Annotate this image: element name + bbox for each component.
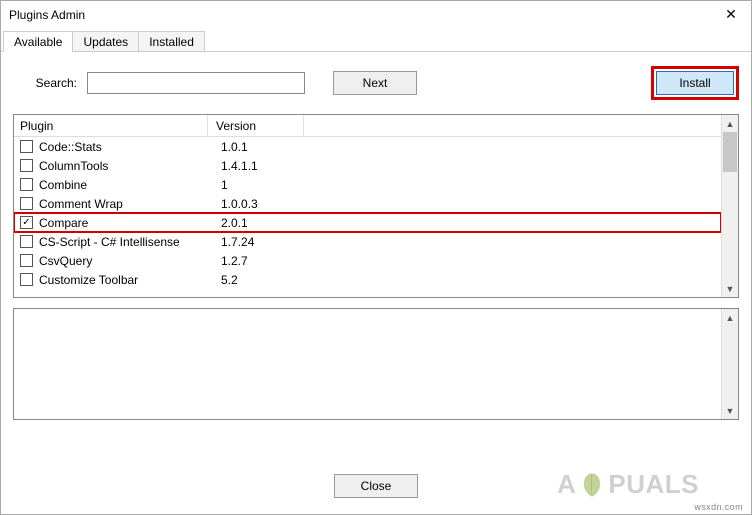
plugin-list-scrollbar[interactable]: ▲ ▼ (721, 115, 738, 297)
tab-updates[interactable]: Updates (72, 31, 139, 52)
next-button[interactable]: Next (333, 71, 417, 95)
search-row: Search: Next Install (13, 66, 739, 100)
plugin-version: 1.7.24 (213, 235, 254, 249)
install-button-highlight: Install (651, 66, 739, 100)
plugin-version: 2.0.1 (213, 216, 248, 230)
plugin-name: ColumnTools (39, 159, 213, 173)
description-text (14, 309, 721, 419)
plugin-name: Code::Stats (39, 140, 213, 154)
plugins-admin-window: Plugins Admin ✕ Available Updates Instal… (0, 0, 752, 515)
window-close-button[interactable]: ✕ (711, 1, 751, 29)
plugin-version: 5.2 (213, 273, 238, 287)
tab-label: Available (14, 35, 62, 49)
plugin-version: 1.4.1.1 (213, 159, 258, 173)
table-row[interactable]: Code::Stats1.0.1 (14, 137, 721, 156)
search-label: Search: (13, 76, 81, 90)
table-row[interactable]: Customize Toolbar5.2 (14, 270, 721, 289)
description-panel: ▲ ▼ (13, 308, 739, 420)
plugin-name: Customize Toolbar (39, 273, 213, 287)
leaf-icon (578, 471, 606, 499)
tab-label: Updates (83, 35, 128, 49)
table-row[interactable]: Comment Wrap1.0.0.3 (14, 194, 721, 213)
tab-installed[interactable]: Installed (138, 31, 205, 52)
table-row[interactable]: Combine1 (14, 175, 721, 194)
plugin-checkbox[interactable] (20, 178, 33, 191)
plugin-name: Comment Wrap (39, 197, 213, 211)
plugin-checkbox[interactable] (20, 273, 33, 286)
tab-body: Search: Next Install Plugin Version Code… (1, 52, 751, 458)
close-button-label: Close (361, 479, 392, 493)
table-row[interactable]: CS-Script - C# Intellisense1.7.24 (14, 232, 721, 251)
brand-text-a: A (557, 469, 576, 500)
next-button-label: Next (363, 76, 388, 90)
tab-label: Installed (149, 35, 194, 49)
plugin-version: 1.2.7 (213, 254, 248, 268)
scroll-track[interactable] (722, 132, 738, 280)
scroll-down-icon[interactable]: ▼ (722, 280, 738, 297)
column-header-version[interactable]: Version (208, 115, 304, 136)
table-row[interactable]: ✓ Compare2.0.1 (14, 213, 721, 232)
plugin-checkbox[interactable] (20, 254, 33, 267)
brand-watermark: A PUALS (557, 469, 699, 500)
tab-strip: Available Updates Installed (1, 28, 751, 52)
table-row[interactable]: CsvQuery1.2.7 (14, 251, 721, 270)
plugin-name: CsvQuery (39, 254, 213, 268)
plugin-version: 1.0.0.3 (213, 197, 258, 211)
scroll-thumb[interactable] (723, 132, 737, 172)
scroll-down-icon[interactable]: ▼ (722, 402, 738, 419)
tab-available[interactable]: Available (3, 31, 73, 52)
close-button[interactable]: Close (334, 474, 418, 498)
plugin-checkbox[interactable]: ✓ (20, 216, 33, 229)
scroll-up-icon[interactable]: ▲ (722, 309, 738, 326)
plugin-checkbox[interactable] (20, 235, 33, 248)
plugin-version: 1.0.1 (213, 140, 248, 154)
plugin-name: Compare (39, 216, 213, 230)
brand-text-puals: PUALS (608, 469, 699, 500)
plugin-list-header: Plugin Version (14, 115, 721, 137)
window-title: Plugins Admin (9, 8, 85, 22)
bottom-bar: Close A PUALS wsxdn.com (1, 458, 751, 514)
plugin-version: 1 (213, 178, 228, 192)
plugin-checkbox[interactable] (20, 140, 33, 153)
install-button-label: Install (679, 76, 710, 90)
plugin-list-panel: Plugin Version Code::Stats1.0.1ColumnToo… (13, 114, 739, 298)
plugin-name: CS-Script - C# Intellisense (39, 235, 213, 249)
plugin-checkbox[interactable] (20, 197, 33, 210)
plugin-checkbox[interactable] (20, 159, 33, 172)
scroll-track[interactable] (722, 326, 738, 402)
plugin-name: Combine (39, 178, 213, 192)
column-header-spacer (304, 115, 721, 136)
description-scrollbar[interactable]: ▲ ▼ (721, 309, 738, 419)
titlebar: Plugins Admin ✕ (1, 1, 751, 29)
table-row[interactable]: ColumnTools1.4.1.1 (14, 156, 721, 175)
plugin-list[interactable]: Plugin Version Code::Stats1.0.1ColumnToo… (14, 115, 721, 297)
watermark-text: wsxdn.com (694, 502, 743, 512)
column-header-plugin[interactable]: Plugin (14, 115, 208, 136)
install-button[interactable]: Install (656, 71, 734, 95)
search-input[interactable] (87, 72, 305, 94)
close-icon: ✕ (725, 6, 737, 23)
scroll-up-icon[interactable]: ▲ (722, 115, 738, 132)
